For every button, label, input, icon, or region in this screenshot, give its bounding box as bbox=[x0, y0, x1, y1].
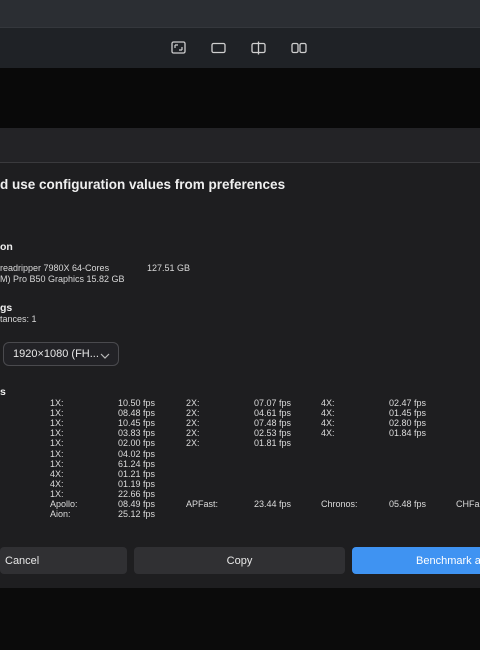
result-value: 25.12 fps bbox=[118, 509, 156, 520]
result-label: 1X: bbox=[50, 458, 64, 469]
cpu-info: readripper 7980X 64-Cores bbox=[0, 263, 110, 273]
results-table: 1X: 10.50 fps 2X: 07.07 fps 4X: 02.47 fps 1X: 0… bbox=[0, 398, 480, 522]
result-label: 4X: bbox=[50, 478, 64, 489]
result-label: 1X: bbox=[50, 398, 64, 408]
background-area-bottom bbox=[0, 588, 480, 650]
result-value: 01.19 fps bbox=[118, 478, 156, 489]
dialog-heading: d use configuration values from preferen… bbox=[0, 177, 286, 192]
benchmark-button[interactable]: Benchmark a bbox=[352, 547, 480, 574]
result-label: 1X: bbox=[50, 428, 64, 439]
result-value: 02.80 fps bbox=[389, 418, 427, 429]
result-value: 10.45 fps bbox=[118, 418, 156, 429]
result-label: APFast: bbox=[186, 499, 219, 509]
result-value: 07.07 fps bbox=[254, 398, 292, 408]
result-value: 04.02 fps bbox=[118, 448, 156, 459]
result-value: 02.47 fps bbox=[389, 398, 427, 408]
instances-label: tances: 1 bbox=[0, 314, 37, 324]
result-label: 1X: bbox=[50, 438, 64, 449]
result-value: 07.48 fps bbox=[254, 418, 292, 429]
result-label: 1X: bbox=[50, 408, 64, 419]
result-label: 2X: bbox=[186, 418, 200, 429]
result-label: 4X: bbox=[321, 428, 335, 439]
result-label: 4X: bbox=[321, 418, 335, 429]
fullscreen-icon[interactable] bbox=[171, 41, 187, 55]
resolution-value: 1920×1080 (FH... bbox=[13, 348, 99, 360]
result-value: 02.53 fps bbox=[254, 428, 292, 439]
result-label: 1X: bbox=[50, 448, 64, 459]
gpu-info: M) Pro B50 Graphics 15.82 GB bbox=[0, 274, 125, 284]
result-label: 4X: bbox=[50, 468, 64, 479]
single-panel-icon[interactable] bbox=[211, 41, 227, 55]
result-label: Apollo: bbox=[50, 499, 78, 509]
cancel-button[interactable]: Cancel bbox=[0, 547, 127, 574]
dialog-header bbox=[0, 128, 480, 163]
resolution-select[interactable]: 1920×1080 (FH... bbox=[3, 342, 119, 366]
result-value: 23.44 fps bbox=[254, 499, 292, 509]
result-value: 01.84 fps bbox=[389, 428, 427, 439]
result-label: 2X: bbox=[186, 398, 200, 408]
result-value: 05.48 fps bbox=[389, 499, 427, 509]
result-label: 4X: bbox=[321, 398, 335, 408]
result-value: 02.00 fps bbox=[118, 438, 156, 449]
result-value: 01.21 fps bbox=[118, 468, 156, 479]
window-titlebar bbox=[0, 0, 480, 27]
result-label: 1X: bbox=[50, 488, 64, 499]
chevron-down-icon bbox=[100, 351, 110, 363]
copy-button[interactable]: Copy bbox=[134, 547, 345, 574]
result-label: 4X: bbox=[321, 408, 335, 419]
split-panel-icon[interactable] bbox=[251, 41, 267, 55]
result-value: 08.48 fps bbox=[118, 408, 156, 419]
results-section-title: s bbox=[0, 386, 6, 398]
result-value: 01.81 fps bbox=[254, 438, 292, 449]
system-section-title: on bbox=[0, 241, 13, 253]
result-value: 08.49 fps bbox=[118, 499, 156, 509]
result-value: 01.45 fps bbox=[389, 408, 427, 419]
memory-info: 127.51 GB bbox=[147, 263, 191, 273]
result-value: 03.83 fps bbox=[118, 428, 156, 439]
toolbar bbox=[0, 27, 480, 68]
background-area bbox=[0, 68, 480, 128]
result-label: 2X: bbox=[186, 438, 200, 449]
result-label: Chronos: bbox=[321, 499, 358, 509]
result-label: CHFa bbox=[456, 499, 480, 509]
result-label: Aion: bbox=[50, 509, 71, 520]
result-label: 2X: bbox=[186, 428, 200, 439]
dual-panel-icon[interactable] bbox=[291, 41, 307, 55]
result-value: 10.50 fps bbox=[118, 398, 156, 408]
result-value: 04.61 fps bbox=[254, 408, 292, 419]
benchmark-dialog: d use configuration values from preferen… bbox=[0, 128, 480, 588]
result-label: 1X: bbox=[50, 418, 64, 429]
result-value: 61.24 fps bbox=[118, 458, 156, 469]
settings-section-title: gs bbox=[0, 302, 13, 314]
result-value: 22.66 fps bbox=[118, 488, 156, 499]
result-label: 2X: bbox=[186, 408, 200, 419]
